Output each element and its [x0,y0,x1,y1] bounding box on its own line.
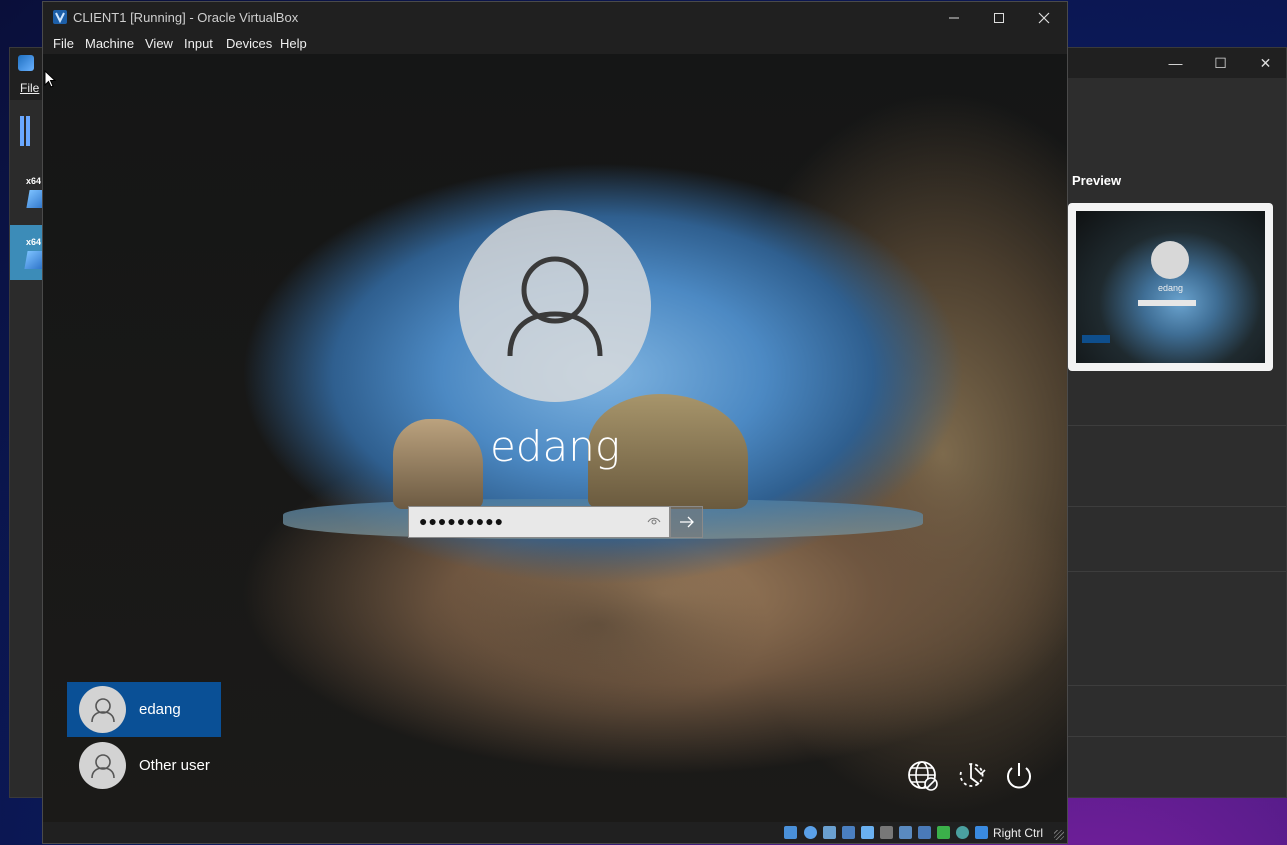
tools-icon[interactable] [20,108,44,152]
minimize-icon [949,17,959,18]
network-icon [908,761,938,791]
vm-arch-badge: x64 [26,176,42,186]
menu-file[interactable]: File [53,36,74,51]
arrow-right-icon [679,516,694,528]
vm-titlebar[interactable]: CLIENT1 [Running] - Oracle VirtualBox [43,2,1067,33]
maximize-icon [994,12,1004,23]
preview-user-tile [1082,335,1110,343]
hdd-icon[interactable] [784,826,797,839]
user-icon [90,697,115,722]
preview-username: edang [1158,283,1184,293]
menu-machine[interactable]: Machine [85,36,134,51]
window-title: CLIENT1 [Running] - Oracle VirtualBox [73,10,299,25]
divider [1068,506,1286,507]
preview-avatar [1151,241,1189,279]
divider [1068,425,1286,426]
vm-window: CLIENT1 [Running] - Oracle VirtualBox Fi… [42,1,1068,844]
shared-folder-icon[interactable] [880,826,893,839]
virtualbox-logo-icon [18,55,34,71]
accessibility-icon [959,763,986,787]
accessibility-button[interactable] [954,759,988,793]
display-icon[interactable] [899,826,912,839]
avatar [79,686,126,733]
audio-icon[interactable] [823,826,836,839]
user-tile-edang[interactable]: edang [67,682,221,737]
keyboard-icon[interactable] [975,826,988,839]
vm-menubar: File Machine View Input Devices Help [43,33,1067,54]
guest-display[interactable]: edang ●●●●●●●●● edang Other user [43,54,1067,822]
divider [1068,685,1286,686]
cpu-icon[interactable] [937,826,950,839]
network-button[interactable] [906,759,940,793]
user-icon [90,753,115,778]
preview-password-box [1138,300,1196,306]
user-avatar [459,210,651,402]
close-button[interactable] [1021,2,1067,33]
recording-icon[interactable] [918,826,931,839]
menu-devices[interactable]: Devices [226,36,272,51]
mouse-icon[interactable] [956,826,969,839]
host-key-label: Right Ctrl [992,826,1043,840]
user-tile-label: edang [139,701,181,718]
power-button[interactable] [1002,759,1036,793]
menu-input[interactable]: Input [184,36,213,51]
minimize-button[interactable] [931,2,977,33]
user-tile-other-user[interactable]: Other user [67,738,221,793]
preview-title: Preview [1072,173,1122,188]
menu-help[interactable]: Help [280,36,307,51]
usb-icon[interactable] [861,826,874,839]
preview-thumbnail: edang [1068,203,1273,371]
divider [1068,736,1286,737]
manager-menu-file[interactable]: File [20,81,39,95]
vm-arch-badge: x64 [26,237,42,247]
power-icon [1007,763,1031,789]
password-value: ●●●●●●●●● [419,513,505,529]
preview-user-tile [1082,347,1110,355]
user-tile-label: Other user [139,757,210,774]
virtualbox-icon [53,10,67,24]
manager-minimize-button[interactable]: — [1153,48,1198,78]
resize-grip[interactable] [1054,830,1064,840]
password-input[interactable]: ●●●●●●●●● [408,506,670,538]
network-icon[interactable] [842,826,855,839]
login-username: edang [489,422,621,471]
optical-icon[interactable] [804,826,817,839]
avatar [79,742,126,789]
manager-maximize-button[interactable]: ☐ [1198,48,1243,78]
menu-view[interactable]: View [145,36,173,51]
submit-button[interactable] [670,506,703,538]
close-icon [1038,12,1050,23]
mouse-cursor-icon [44,70,56,88]
user-icon [507,256,603,357]
divider [1068,571,1286,572]
vm-statusbar: Right Ctrl [43,822,1067,843]
reveal-password-icon[interactable] [647,516,661,526]
maximize-button[interactable] [976,2,1022,33]
manager-close-button[interactable]: ✕ [1243,48,1287,78]
